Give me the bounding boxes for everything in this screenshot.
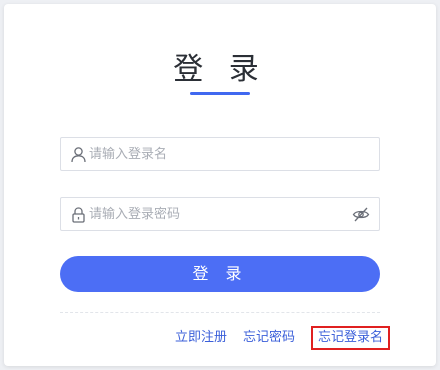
forgot-password-link[interactable]: 忘记密码 bbox=[243, 328, 295, 348]
login-card: 登 录 登 录 立即注册 忘记密码 忘记登录名 bbox=[4, 4, 436, 366]
username-field[interactable] bbox=[60, 137, 380, 171]
user-icon bbox=[71, 147, 86, 163]
footer-links: 立即注册 忘记密码 忘记登录名 bbox=[175, 326, 390, 350]
divider bbox=[60, 312, 380, 313]
page-title: 登 录 bbox=[173, 52, 267, 87]
password-field[interactable] bbox=[60, 197, 380, 231]
title-underline bbox=[190, 92, 250, 95]
lock-icon bbox=[72, 207, 85, 223]
password-input[interactable] bbox=[89, 198, 349, 230]
register-link[interactable]: 立即注册 bbox=[175, 328, 227, 348]
username-input[interactable] bbox=[89, 138, 349, 170]
eye-hidden-icon[interactable] bbox=[352, 206, 370, 223]
login-button[interactable]: 登 录 bbox=[60, 256, 380, 292]
forgot-username-link[interactable]: 忘记登录名 bbox=[310, 326, 390, 350]
